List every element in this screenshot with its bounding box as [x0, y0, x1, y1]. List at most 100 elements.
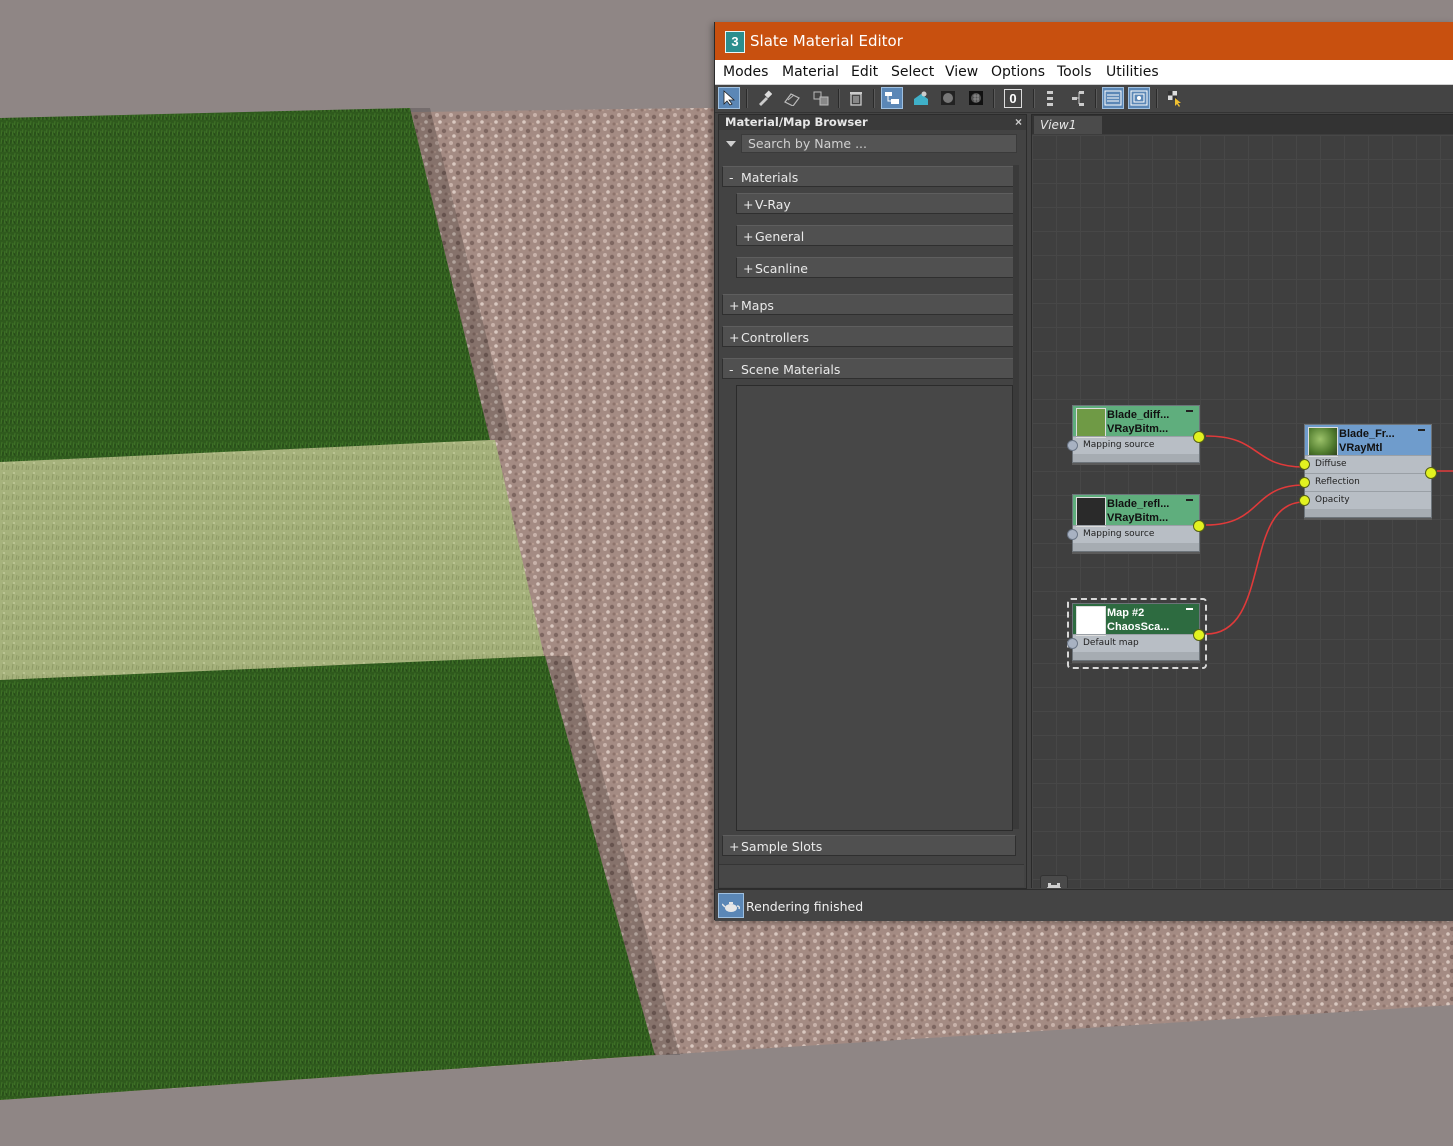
output-port[interactable] — [1193, 629, 1205, 641]
browser-header: Material/Map Browser × — [719, 115, 1026, 130]
menu-material[interactable]: Material — [782, 64, 839, 80]
delete-button[interactable] — [845, 87, 867, 109]
status-text: Rendering finished — [746, 899, 864, 914]
pick-material-button[interactable] — [753, 87, 775, 109]
node-view-panel: View1 Blade_diff... VRayBitm... Mapping … — [1031, 114, 1453, 888]
minimize-icon[interactable] — [1186, 608, 1193, 610]
slot-label: Diffuse — [1315, 459, 1347, 469]
slot-label: Opacity — [1315, 495, 1350, 505]
input-port[interactable] — [1067, 529, 1078, 540]
layout-vertical-button[interactable] — [1041, 87, 1063, 109]
node-chaos-scatter-map[interactable]: Map #2 ChaosSca... Default map — [1067, 603, 1205, 661]
minimize-icon[interactable] — [1418, 429, 1425, 431]
node-name: Map #2 — [1107, 607, 1145, 619]
menu-select[interactable]: Select — [891, 64, 934, 80]
node-reflection-bitmap[interactable]: Blade_refl... VRayBitm... Mapping source — [1067, 494, 1205, 552]
section-general[interactable]: + General — [736, 225, 1014, 246]
search-options-dropdown-icon[interactable] — [726, 141, 736, 147]
collapse-sign: - — [729, 170, 734, 185]
browser-title: Material/Map Browser — [725, 115, 868, 129]
assign-material-button[interactable] — [810, 87, 832, 109]
section-label: Maps — [741, 298, 774, 313]
close-icon[interactable]: × — [1015, 115, 1022, 130]
search-input[interactable] — [741, 134, 1017, 153]
slate-material-editor-window[interactable]: 3 Slate Material Editor Modes Material E… — [714, 22, 1453, 921]
layout-tree-icon — [1072, 91, 1084, 106]
view-tab-bar: View1 — [1032, 115, 1453, 134]
section-scene-materials[interactable]: - Scene Materials — [722, 358, 1016, 379]
layout-all-button[interactable] — [881, 87, 903, 109]
section-maps[interactable]: + Maps — [722, 294, 1016, 315]
section-label: Controllers — [741, 330, 809, 345]
menu-options[interactable]: Options — [991, 64, 1045, 80]
node-type: VRayMtl — [1339, 442, 1383, 454]
slot-label: Reflection — [1315, 477, 1360, 487]
show-map-button[interactable] — [910, 87, 932, 109]
menu-edit[interactable]: Edit — [851, 64, 878, 80]
node-type: VRayBitm... — [1107, 512, 1169, 524]
input-port-diffuse[interactable] — [1299, 459, 1310, 470]
node-diffuse-bitmap[interactable]: Blade_diff... VRayBitm... Mapping source — [1067, 405, 1205, 463]
render-status-button[interactable] — [718, 893, 744, 918]
section-controllers[interactable]: + Controllers — [722, 326, 1016, 347]
output-port[interactable] — [1193, 431, 1205, 443]
menu-modes[interactable]: Modes — [723, 64, 768, 80]
checker-background-button[interactable] — [965, 87, 987, 109]
section-vray[interactable]: + V-Ray — [736, 193, 1014, 214]
cursor-arrow-icon — [723, 90, 736, 106]
navigator-button[interactable] — [1040, 875, 1068, 888]
input-port[interactable] — [1067, 638, 1078, 649]
node-name: Blade_Fr... — [1339, 428, 1395, 440]
render-map-button[interactable] — [1164, 87, 1186, 109]
output-port[interactable] — [1193, 520, 1205, 532]
section-sample-slots[interactable]: + Sample Slots — [722, 835, 1016, 856]
input-port[interactable] — [1067, 440, 1078, 451]
material-id-field[interactable]: 0 — [1001, 87, 1025, 109]
node-thumbnail — [1308, 427, 1338, 457]
menu-tools[interactable]: Tools — [1057, 64, 1092, 80]
grass-patch-top — [0, 108, 490, 462]
search-row — [719, 133, 1026, 157]
grass-patch-bottom — [0, 656, 655, 1100]
select-tool-button[interactable] — [718, 87, 740, 109]
minimize-icon[interactable] — [1186, 410, 1193, 412]
input-port-reflection[interactable] — [1299, 477, 1310, 488]
expand-sign: + — [729, 839, 740, 854]
input-port-opacity[interactable] — [1299, 495, 1310, 506]
section-label: Materials — [741, 170, 799, 185]
window-title: Slate Material Editor — [750, 32, 903, 50]
menu-bar: Modes Material Edit Select View Options … — [715, 60, 1453, 85]
node-name: Blade_diff... — [1107, 409, 1170, 421]
minimize-icon[interactable] — [1186, 499, 1193, 501]
toggle-browser-button[interactable] — [1102, 87, 1124, 109]
title-bar[interactable]: 3 Slate Material Editor — [715, 22, 1453, 60]
layout-horizontal-button[interactable] — [1067, 87, 1089, 109]
section-label: Scene Materials — [741, 362, 841, 377]
expand-sign: + — [729, 330, 740, 345]
slot-label: Default map — [1083, 638, 1139, 648]
put-material-icon — [784, 93, 800, 106]
show-shaded-map-icon — [914, 91, 928, 105]
node-type: VRayBitm... — [1107, 423, 1169, 435]
output-port[interactable] — [1425, 467, 1437, 479]
tab-view1[interactable]: View1 — [1034, 116, 1102, 134]
node-graph-canvas[interactable]: Blade_diff... VRayBitm... Mapping source… — [1032, 135, 1453, 888]
section-scanline[interactable]: + Scanline — [736, 257, 1014, 278]
browser-scrollbar[interactable] — [1013, 165, 1019, 829]
sphere-background-icon — [941, 91, 955, 105]
scene-materials-list[interactable] — [736, 385, 1013, 831]
node-vraymtl[interactable]: Blade_Fr... VRayMtl Diffuse Reflection O… — [1299, 424, 1437, 518]
wire-opacity — [1205, 501, 1305, 635]
expand-sign: + — [743, 261, 754, 276]
menu-view[interactable]: View — [945, 64, 978, 80]
menu-utilities[interactable]: Utilities — [1106, 64, 1159, 80]
put-material-button[interactable] — [781, 87, 803, 109]
trash-icon — [850, 92, 862, 106]
eyedropper-icon — [759, 90, 772, 106]
toggle-navigator-button[interactable] — [1128, 87, 1150, 109]
expand-sign: + — [743, 229, 754, 244]
section-materials[interactable]: - Materials — [722, 166, 1016, 187]
slot-label: Mapping source — [1083, 440, 1155, 450]
background-button[interactable] — [937, 87, 959, 109]
dry-grass-patch — [0, 440, 545, 690]
